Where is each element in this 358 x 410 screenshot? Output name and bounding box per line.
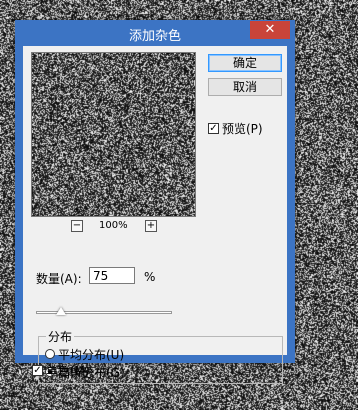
- monochromatic-checkbox[interactable]: ✓ 单色(M): [32, 363, 90, 377]
- zoom-level: 100%: [99, 220, 128, 231]
- preview-canvas: [32, 53, 195, 216]
- cancel-button[interactable]: 取消: [208, 78, 282, 96]
- amount-unit: %: [144, 270, 155, 284]
- preview-checkbox[interactable]: ✓ 预览(P): [208, 121, 263, 135]
- amount-row: 数量(A): %: [36, 267, 156, 287]
- close-icon: ✕: [265, 22, 276, 37]
- ok-button[interactable]: 确定: [208, 54, 282, 72]
- dialog-body: − 100% + 确定 取消 ✓ 预览(P) 数量(A): % 分布 平均分布(…: [23, 46, 287, 355]
- monochromatic-checkbox-box[interactable]: ✓: [32, 365, 43, 376]
- radio-uniform-label: 平均分布(U): [58, 346, 124, 363]
- distribution-legend: 分布: [46, 328, 74, 345]
- amount-label: 数量(A):: [36, 270, 82, 287]
- radio-uniform-button[interactable]: [45, 349, 55, 359]
- noise-preview-pane[interactable]: [31, 52, 196, 217]
- amount-slider-thumb[interactable]: [56, 307, 66, 315]
- preview-checkbox-box[interactable]: ✓: [208, 123, 219, 134]
- radio-uniform[interactable]: 平均分布(U): [45, 347, 124, 361]
- zoom-out-button[interactable]: −: [71, 220, 83, 232]
- add-noise-dialog: 添加杂色 ✕ − 100% + 确定 取消 ✓ 预览(P) 数量(A): % 分…: [15, 20, 295, 363]
- title-bar[interactable]: 添加杂色 ✕: [15, 20, 295, 46]
- close-button[interactable]: ✕: [250, 21, 290, 39]
- amount-input[interactable]: [89, 267, 135, 284]
- preview-checkbox-label: 预览(P): [222, 120, 263, 137]
- zoom-controls: − 100% +: [31, 220, 196, 234]
- amount-slider[interactable]: [36, 311, 172, 314]
- zoom-in-button[interactable]: +: [145, 220, 157, 232]
- monochromatic-label: 单色(M): [46, 362, 90, 379]
